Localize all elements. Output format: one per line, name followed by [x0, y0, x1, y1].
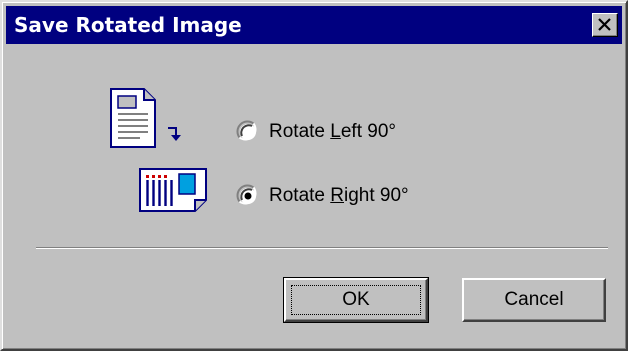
rotated-document-icon [139, 168, 207, 212]
rotate-left-option[interactable]: Rotate Left 90° [236, 118, 396, 146]
radio-button-unselected[interactable] [236, 120, 260, 144]
rotate-arrow-icon [168, 127, 181, 141]
rotate-right-option[interactable]: Rotate Right 90° [236, 182, 409, 210]
document-icon [110, 88, 156, 148]
ok-button-label: OK [291, 285, 421, 315]
close-button[interactable] [592, 13, 618, 37]
separator-line [36, 247, 608, 249]
close-icon [598, 18, 611, 31]
title-bar[interactable]: Save Rotated Image [6, 6, 622, 44]
dialog-title: Save Rotated Image [14, 13, 242, 37]
save-rotated-image-dialog: Save Rotated Image Rotate Left 90° Rotat… [0, 0, 628, 351]
cancel-button[interactable]: Cancel [462, 278, 606, 322]
rotate-right-label: Rotate Right 90° [269, 185, 409, 206]
ok-button[interactable]: OK [283, 277, 429, 323]
radio-button-selected[interactable] [236, 184, 260, 208]
rotate-left-label: Rotate Left 90° [269, 121, 396, 142]
